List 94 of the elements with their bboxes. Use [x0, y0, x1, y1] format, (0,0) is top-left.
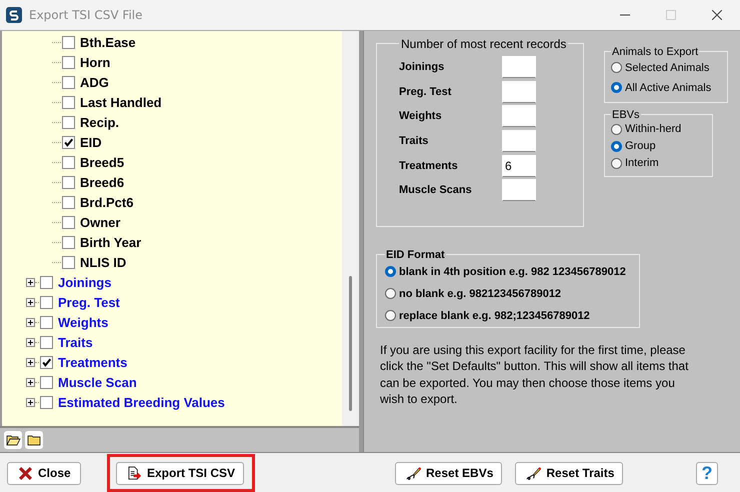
app-logo-icon [6, 6, 22, 23]
checkbox[interactable] [62, 96, 75, 110]
tree-item[interactable]: Treatments [58, 355, 128, 370]
tree-item[interactable]: ADG [80, 75, 109, 90]
tree-item[interactable]: Recip. [80, 115, 120, 130]
group-title: EBVs [611, 108, 641, 121]
window-title: Export TSI CSV File [29, 8, 142, 22]
tree-item[interactable]: Horn [80, 55, 110, 70]
expand-icon[interactable] [26, 358, 35, 368]
radio-button[interactable] [385, 288, 396, 300]
group-title: Animals to Export [611, 46, 700, 58]
tree-item[interactable]: Breed5 [80, 155, 124, 170]
checkbox[interactable] [40, 396, 53, 410]
radio-button[interactable] [385, 266, 396, 278]
checkbox[interactable] [40, 356, 53, 370]
option-label[interactable]: blank in 4th position e.g. 982 123456789012 [399, 266, 626, 278]
tree-item[interactable]: Weights [58, 315, 108, 330]
radio-button[interactable] [611, 124, 622, 135]
tree-item[interactable]: Bth.Ease [80, 35, 136, 50]
option-label[interactable]: Selected Animals [625, 62, 710, 74]
number-field[interactable] [502, 56, 536, 78]
tree-item[interactable]: Owner [80, 215, 120, 230]
tree-item[interactable]: Joinings [58, 275, 112, 290]
checkbox[interactable] [40, 336, 53, 350]
number-field[interactable] [502, 105, 536, 128]
group-title: EID Format [385, 248, 446, 261]
tree-item[interactable]: NLIS ID [80, 255, 126, 270]
number-field[interactable]: 6 [502, 154, 536, 177]
radio-button[interactable] [611, 140, 622, 152]
action-button[interactable]: Export TSI CSV [116, 462, 244, 485]
expand-icon[interactable] [26, 278, 35, 288]
checkbox[interactable] [62, 216, 75, 230]
checkbox[interactable] [62, 196, 75, 210]
radio-button[interactable] [611, 62, 622, 74]
close-icon[interactable] [712, 10, 722, 20]
field-label: Muscle Scans [399, 184, 473, 196]
tree-item[interactable]: Birth Year [80, 235, 142, 250]
checkbox[interactable] [62, 56, 75, 70]
tree-item[interactable]: Muscle Scan [58, 375, 137, 390]
help-button[interactable]: ? [696, 462, 718, 485]
tree-item[interactable]: EID [80, 135, 102, 150]
eraser-pencil-icon [526, 466, 542, 481]
expand-icon[interactable] [26, 318, 35, 328]
open-folder-icon[interactable] [4, 431, 22, 450]
number-field[interactable] [502, 80, 536, 103]
tree-item[interactable]: Breed6 [80, 175, 124, 190]
checkbox[interactable] [62, 136, 75, 150]
checkbox[interactable] [40, 296, 53, 310]
tree-item[interactable]: Estimated Breeding Values [58, 395, 225, 410]
field-label: Preg. Test [399, 86, 452, 98]
instructions-text: If you are using this export facility for the first time, please click the "Set Defaults" button. This will show all items that can be exported. You may then choose those items you wish to export. [380, 342, 690, 408]
field-label: Treatments [399, 160, 459, 172]
option-label[interactable]: All Active Animals [625, 82, 712, 94]
group-title: Number of most recent records [400, 36, 568, 51]
radio-button[interactable] [385, 310, 396, 322]
checkbox[interactable] [40, 376, 53, 390]
number-field[interactable] [502, 179, 536, 202]
number-field[interactable] [502, 130, 536, 152]
checkbox[interactable] [40, 316, 53, 330]
field-label: Weights [399, 110, 443, 122]
option-label[interactable]: no blank e.g. 982123456789012 [399, 288, 562, 300]
option-label[interactable]: Within-herd [625, 123, 682, 136]
x-mark-icon [18, 466, 33, 481]
scrollbar[interactable] [342, 30, 359, 426]
action-button[interactable]: Close [7, 462, 81, 485]
checkbox[interactable] [40, 276, 53, 290]
option-label[interactable]: replace blank e.g. 982;123456789012 [399, 310, 590, 322]
tree-item[interactable]: Last Handled [80, 95, 162, 110]
expand-icon[interactable] [26, 378, 35, 388]
field-label: Traits [399, 135, 430, 148]
expand-icon[interactable] [26, 398, 35, 408]
action-button[interactable]: Reset EBVs [395, 462, 502, 485]
document-arrow-icon [127, 466, 142, 481]
checkbox[interactable] [62, 76, 75, 90]
radio-button[interactable] [611, 158, 622, 169]
action-button[interactable]: Reset Traits [515, 462, 624, 485]
folder-icon[interactable] [25, 431, 43, 450]
checkbox[interactable] [62, 36, 75, 50]
expand-icon[interactable] [26, 338, 35, 348]
checkbox[interactable] [62, 116, 75, 130]
tree-item[interactable]: Traits [58, 335, 93, 350]
checkbox[interactable] [62, 156, 75, 170]
expand-icon[interactable] [26, 298, 35, 308]
checkbox[interactable] [62, 176, 75, 190]
tree-item[interactable]: Preg. Test [58, 295, 120, 310]
checkbox[interactable] [62, 236, 75, 250]
maximize-icon [666, 10, 676, 20]
tree-item[interactable]: Brd.Pct6 [80, 195, 134, 210]
eraser-pencil-icon [406, 466, 422, 481]
option-label[interactable]: Group [625, 140, 656, 152]
checkbox[interactable] [62, 256, 75, 270]
radio-button[interactable] [611, 82, 622, 94]
field-label: Joinings [399, 61, 446, 74]
option-label[interactable]: Interim [625, 157, 659, 170]
